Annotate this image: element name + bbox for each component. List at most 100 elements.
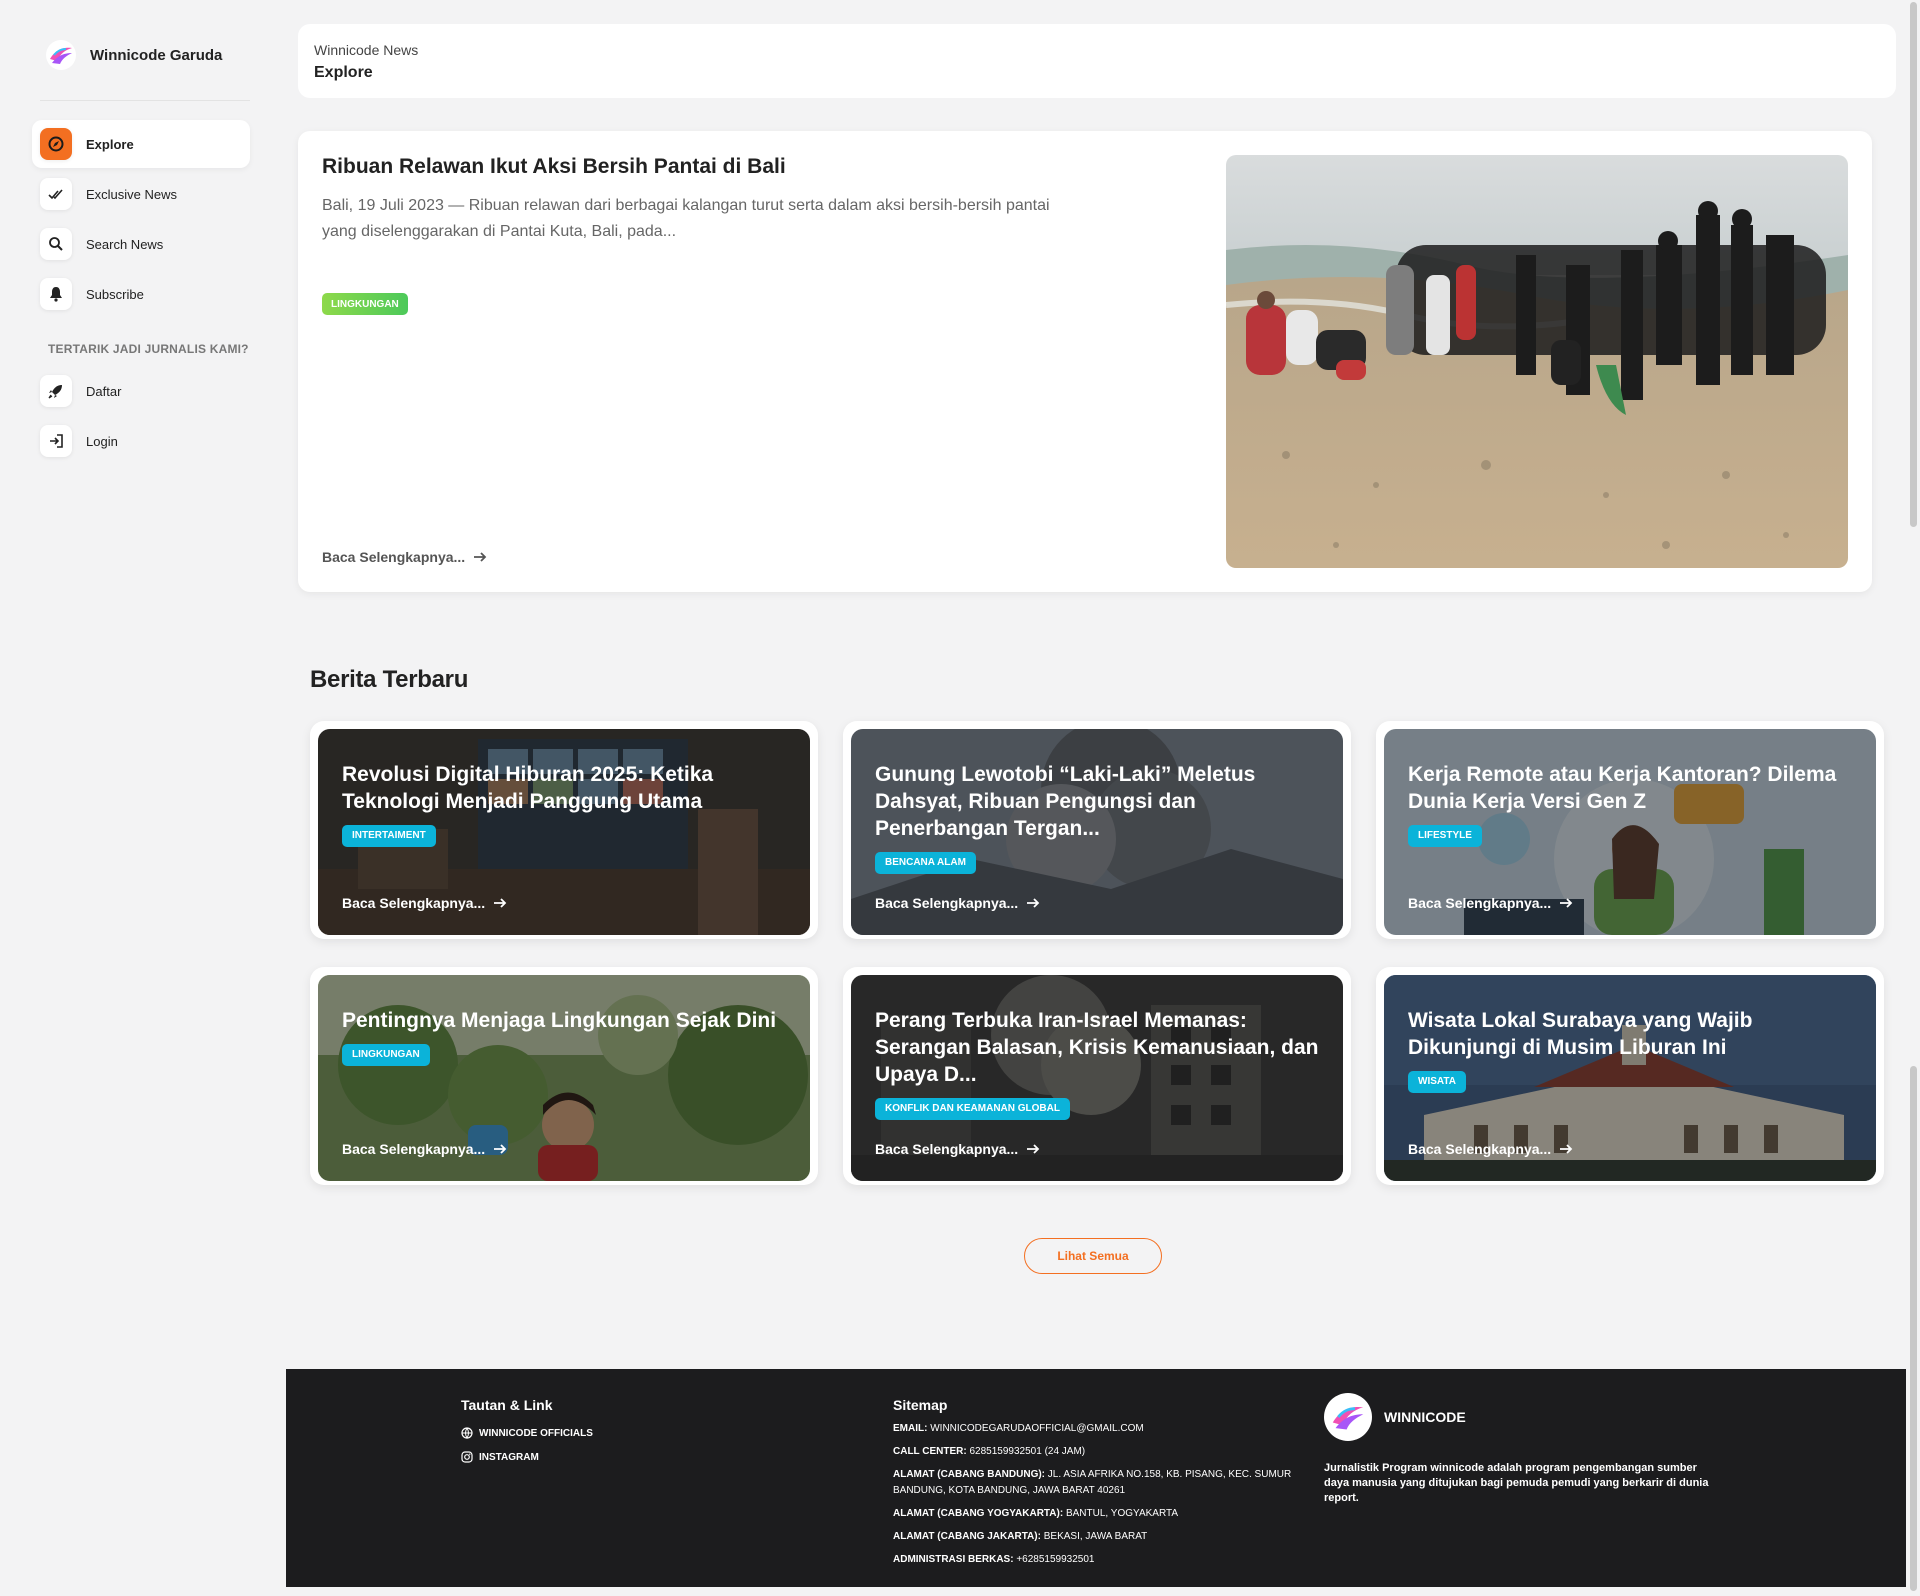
sitemap-administration: ADMINISTRASI BERKAS: +6285159932501 xyxy=(893,1554,1095,1565)
read-more-link[interactable]: Baca Selengkapnya... xyxy=(1408,1141,1573,1157)
sidebar-nav: Explore Exclusive News Search News Subsc… xyxy=(32,120,250,320)
news-card-link[interactable]: Kerja Remote atau Kerja Kantoran? Dilema… xyxy=(1384,729,1876,935)
arrow-right-icon xyxy=(1027,1144,1040,1154)
card-title[interactable]: Perang Terbuka Iran-Israel Memanas: Sera… xyxy=(875,1007,1323,1088)
card-title[interactable]: Wisata Lokal Surabaya yang Wajib Dikunju… xyxy=(1408,1007,1856,1061)
sidebar-item-label: Search News xyxy=(86,236,164,252)
footer-logo-icon xyxy=(1324,1393,1372,1441)
news-card: Perang Terbuka Iran-Israel Memanas: Sera… xyxy=(843,967,1351,1185)
sitemap-email: EMAIL: WINNICODEGARUDAOFFICIAL@GMAIL.COM xyxy=(893,1423,1144,1434)
sidebar-item-label: Daftar xyxy=(86,383,122,399)
brand[interactable]: Winnicode Garuda xyxy=(46,40,222,70)
see-all-button[interactable]: Lihat Semua xyxy=(1024,1238,1162,1274)
read-more-link[interactable]: Baca Selengkapnya... xyxy=(342,1141,507,1157)
sidebar-item-daftar[interactable]: Daftar xyxy=(32,367,250,415)
category-badge[interactable]: BENCANA ALAM xyxy=(875,852,976,874)
read-more-link[interactable]: Baca Selengkapnya... xyxy=(875,895,1040,911)
read-more-link[interactable]: Baca Selengkapnya... xyxy=(1408,895,1573,911)
arrow-right-icon xyxy=(1027,898,1040,908)
news-card-link[interactable]: Pentingnya Menjaga Lingkungan Sejak Dini… xyxy=(318,975,810,1181)
arrow-right-icon xyxy=(1560,1144,1573,1154)
sidebar-divider xyxy=(40,100,250,101)
footer-brand[interactable]: WINNICODE xyxy=(1324,1393,1724,1441)
card-title[interactable]: Gunung Lewotobi “Laki-Laki” Meletus Dahs… xyxy=(875,761,1323,842)
footer-sitemap: Sitemap EMAIL: WINNICODEGARUDAOFFICIAL@G… xyxy=(893,1397,1313,1575)
footer-description: Jurnalistik Program winnicode adalah pro… xyxy=(1324,1462,1709,1504)
news-card-link[interactable]: Wisata Lokal Surabaya yang Wajib Dikunju… xyxy=(1384,975,1876,1181)
featured-read-more-link[interactable]: Baca Selengkapnya... xyxy=(322,549,487,565)
bell-icon xyxy=(40,278,72,310)
page-title: Explore xyxy=(314,64,373,81)
read-more-label: Baca Selengkapnya... xyxy=(342,1141,486,1157)
page-header: Winnicode News Explore xyxy=(298,24,1896,98)
scrollbar-thumb-secondary[interactable] xyxy=(1910,1066,1917,1591)
read-more-label: Baca Selengkapnya... xyxy=(322,549,466,565)
footer-links: Tautan & Link WINNICODE OFFICIALS INSTAG… xyxy=(461,1397,593,1475)
footer-brand-name: WINNICODE xyxy=(1384,1409,1466,1425)
sitemap-address-yogyakarta: ALAMAT (CABANG YOGYAKARTA): BANTUL, YOGY… xyxy=(893,1508,1179,1519)
footer-sitemap-title: Sitemap xyxy=(893,1397,948,1413)
card-title[interactable]: Pentingnya Menjaga Lingkungan Sejak Dini xyxy=(342,1007,790,1034)
featured-category-badge[interactable]: LINGKUNGAN xyxy=(322,293,408,315)
news-card-link[interactable]: Perang Terbuka Iran-Israel Memanas: Sera… xyxy=(851,975,1343,1181)
news-card-link[interactable]: Revolusi Digital Hiburan 2025: Ketika Te… xyxy=(318,729,810,935)
read-more-link[interactable]: Baca Selengkapnya... xyxy=(875,1141,1040,1157)
arrow-right-icon xyxy=(494,1144,507,1154)
explore-icon xyxy=(40,128,72,160)
check-double-icon xyxy=(40,178,72,210)
sidebar-item-label: Explore xyxy=(86,136,134,152)
card-content: Kerja Remote atau Kerja Kantoran? Dilema… xyxy=(1408,761,1856,847)
sitemap-call-center: CALL CENTER: 6285159932501 (24 JAM) xyxy=(893,1446,1086,1457)
read-more-label: Baca Selengkapnya... xyxy=(875,895,1019,911)
sidebar-item-exclusive-news[interactable]: Exclusive News xyxy=(32,170,250,218)
category-badge[interactable]: INTERTAIMENT xyxy=(342,825,436,847)
brand-name: Winnicode Garuda xyxy=(90,46,223,64)
read-more-label: Baca Selengkapnya... xyxy=(875,1141,1019,1157)
arrow-right-icon xyxy=(474,552,487,562)
footer-links-title: Tautan & Link xyxy=(461,1397,553,1413)
featured-image[interactable] xyxy=(1226,155,1848,568)
read-more-link[interactable]: Baca Selengkapnya... xyxy=(342,895,507,911)
featured-article[interactable]: Ribuan Relawan Ikut Aksi Bersih Pantai d… xyxy=(298,131,1872,592)
category-badge[interactable]: KONFLIK DAN KEAMANAN GLOBAL xyxy=(875,1098,1070,1120)
sidebar-item-explore[interactable]: Explore xyxy=(32,120,250,168)
account-nav: Daftar Login xyxy=(32,367,250,467)
sidebar-item-subscribe[interactable]: Subscribe xyxy=(32,270,250,318)
sidebar-item-label: Exclusive News xyxy=(86,186,178,202)
breadcrumb[interactable]: Winnicode News xyxy=(314,42,1880,58)
read-more-label: Baca Selengkapnya... xyxy=(342,895,486,911)
brand-logo-icon xyxy=(46,40,76,70)
category-badge[interactable]: WISATA xyxy=(1408,1071,1466,1093)
card-content: Pentingnya Menjaga Lingkungan Sejak Dini… xyxy=(342,1007,790,1066)
news-card: Kerja Remote atau Kerja Kantoran? Dilema… xyxy=(1376,721,1884,939)
featured-excerpt: Bali, 19 Juli 2023 — Ribuan relawan dari… xyxy=(322,197,1050,240)
instagram-icon xyxy=(461,1451,473,1463)
card-title[interactable]: Revolusi Digital Hiburan 2025: Ketika Te… xyxy=(342,761,790,815)
globe-icon xyxy=(461,1427,473,1439)
footer-link-instagram[interactable]: INSTAGRAM xyxy=(461,1451,593,1463)
footer-link-winnicode-officials[interactable]: WINNICODE OFFICIALS xyxy=(461,1427,593,1439)
search-icon xyxy=(40,228,72,260)
scrollbar[interactable] xyxy=(1906,0,1920,1596)
card-title[interactable]: Kerja Remote atau Kerja Kantoran? Dilema… xyxy=(1408,761,1856,815)
rocket-icon xyxy=(40,375,72,407)
sidebar: Winnicode Garuda Explore Exclusive News … xyxy=(0,0,272,1596)
featured-title[interactable]: Ribuan Relawan Ikut Aksi Bersih Pantai d… xyxy=(322,155,786,179)
read-more-label: Baca Selengkapnya... xyxy=(1408,1141,1552,1157)
scrollbar-thumb[interactable] xyxy=(1910,2,1917,527)
footer-about: WINNICODE Jurnalistik Program winnicode … xyxy=(1324,1393,1724,1506)
category-badge[interactable]: LINGKUNGAN xyxy=(342,1044,430,1066)
arrow-right-icon xyxy=(1560,898,1573,908)
arrow-right-icon xyxy=(494,898,507,908)
nav-section-label: TERTARIK JADI JURNALIS KAMI? xyxy=(48,342,249,356)
read-more-label: Baca Selengkapnya... xyxy=(1408,895,1552,911)
category-badge[interactable]: LIFESTYLE xyxy=(1408,825,1482,847)
sidebar-item-search-news[interactable]: Search News xyxy=(32,220,250,268)
news-card: Wisata Lokal Surabaya yang Wajib Dikunju… xyxy=(1376,967,1884,1185)
section-title-latest: Berita Terbaru xyxy=(310,666,469,693)
news-card-link[interactable]: Gunung Lewotobi “Laki-Laki” Meletus Dahs… xyxy=(851,729,1343,935)
footer-link-label: WINNICODE OFFICIALS xyxy=(479,1427,593,1439)
sidebar-item-login[interactable]: Login xyxy=(32,417,250,465)
sitemap-address-jakarta: ALAMAT (CABANG JAKARTA): BEKASI, JAWA BA… xyxy=(893,1531,1148,1542)
news-card: Revolusi Digital Hiburan 2025: Ketika Te… xyxy=(310,721,818,939)
